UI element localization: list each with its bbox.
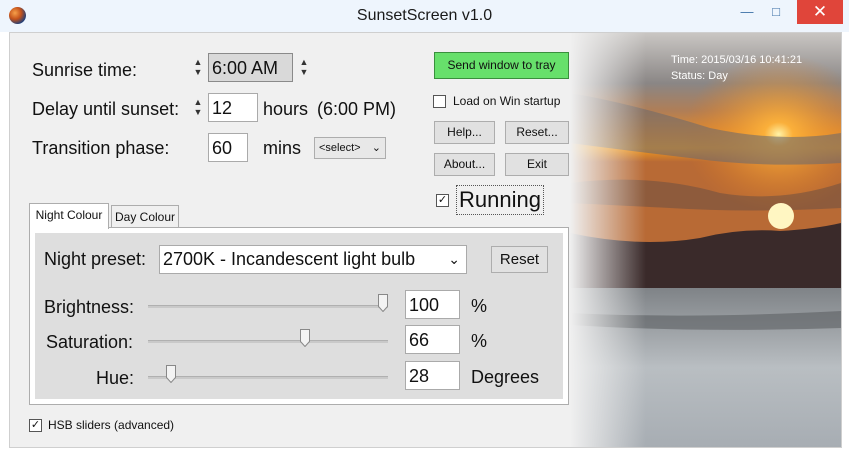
running-checkbox[interactable]: ✓ (436, 194, 449, 207)
hue-slider-thumb[interactable] (166, 365, 177, 383)
sunrise-spinner-left[interactable]: ▲ ▼ (192, 57, 204, 77)
night-colour-group: Night preset: 2700K - Incandescent light… (35, 233, 563, 399)
about-button[interactable]: About... (434, 153, 495, 176)
maximize-button[interactable]: □ (763, 0, 789, 24)
sunset-image: Time: 2015/03/16 10:41:21 Status: Day (570, 33, 841, 447)
delay-unit: hours (263, 99, 309, 119)
load-startup-label: Load on Win startup (453, 94, 561, 108)
load-startup-checkbox[interactable] (433, 95, 446, 108)
tab-night-colour[interactable]: Night Colour (29, 203, 109, 229)
saturation-slider-thumb[interactable] (299, 329, 310, 347)
chevron-down-icon: ⌄ (448, 251, 460, 267)
status-text: Status: Day (671, 70, 728, 82)
saturation-unit: % (471, 331, 488, 351)
delay-hours-field[interactable]: 12 (208, 93, 258, 122)
transition-select[interactable]: <select> ⌄ (314, 137, 386, 159)
hue-slider-track[interactable] (148, 376, 388, 379)
transition-select-value: <select> (319, 142, 361, 154)
main-window: Sunrise time: ▲ ▼ 6:00 AM ▲ ▼ Delay until … (9, 32, 842, 448)
hue-unit: Degrees (471, 367, 540, 387)
night-preset-value: 2700K - Incandescent light bulb (163, 249, 416, 269)
transition-label: Transition phase: (32, 138, 170, 158)
brightness-slider-thumb[interactable] (378, 294, 388, 312)
status-time: Time: 2015/03/16 10:41:21 (671, 54, 803, 66)
brightness-unit: % (471, 296, 488, 316)
sunset-time-display: (6:00 PM) (317, 99, 397, 119)
transition-mins-field[interactable]: 60 (208, 133, 248, 162)
saturation-label: Saturation: (46, 332, 134, 352)
night-reset-button[interactable]: Reset (491, 246, 548, 273)
close-button[interactable]: ✕ (797, 0, 843, 24)
delay-label: Delay until sunset: (32, 99, 180, 119)
brightness-label: Brightness: (44, 297, 135, 317)
night-preset-select[interactable]: 2700K - Incandescent light bulb ⌄ (159, 245, 467, 274)
window-title: SunsetScreen v1.0 (356, 7, 493, 24)
brightness-slider-track[interactable] (148, 305, 388, 308)
transition-unit: mins (263, 138, 302, 158)
hue-label: Hue: (96, 368, 135, 388)
hue-field[interactable]: 28 (405, 361, 460, 390)
sunrise-label: Sunrise time: (32, 60, 138, 80)
help-button[interactable]: Help... (434, 121, 495, 144)
sunrise-spinner-right[interactable]: ▲ ▼ (298, 57, 310, 77)
saturation-slider-track[interactable] (148, 340, 388, 343)
brightness-field[interactable]: 100 (405, 290, 460, 319)
exit-button[interactable]: Exit (505, 153, 569, 176)
sunset-scene (570, 33, 841, 447)
night-preset-label: Night preset: (44, 249, 147, 269)
night-colour-panel: Night preset: 2700K - Incandescent light… (29, 227, 569, 405)
chevron-down-icon: ⌄ (371, 142, 381, 154)
tab-day-colour[interactable]: Day Colour (111, 205, 179, 229)
delay-spinner[interactable]: ▲ ▼ (192, 97, 204, 117)
minimize-button[interactable]: — (734, 0, 760, 24)
send-to-tray-button[interactable]: Send window to tray (434, 52, 569, 79)
hsb-advanced-checkbox[interactable]: ✓ (29, 419, 42, 432)
saturation-field[interactable]: 66 (405, 325, 460, 354)
reset-settings-button[interactable]: Reset... (505, 121, 569, 144)
running-label[interactable]: Running (456, 185, 544, 215)
hsb-advanced-label: HSB sliders (advanced) (48, 418, 175, 432)
sunrise-time-field[interactable]: 6:00 AM (208, 53, 293, 82)
title-bar: SunsetScreen v1.0 — □ ✕ (0, 0, 849, 32)
